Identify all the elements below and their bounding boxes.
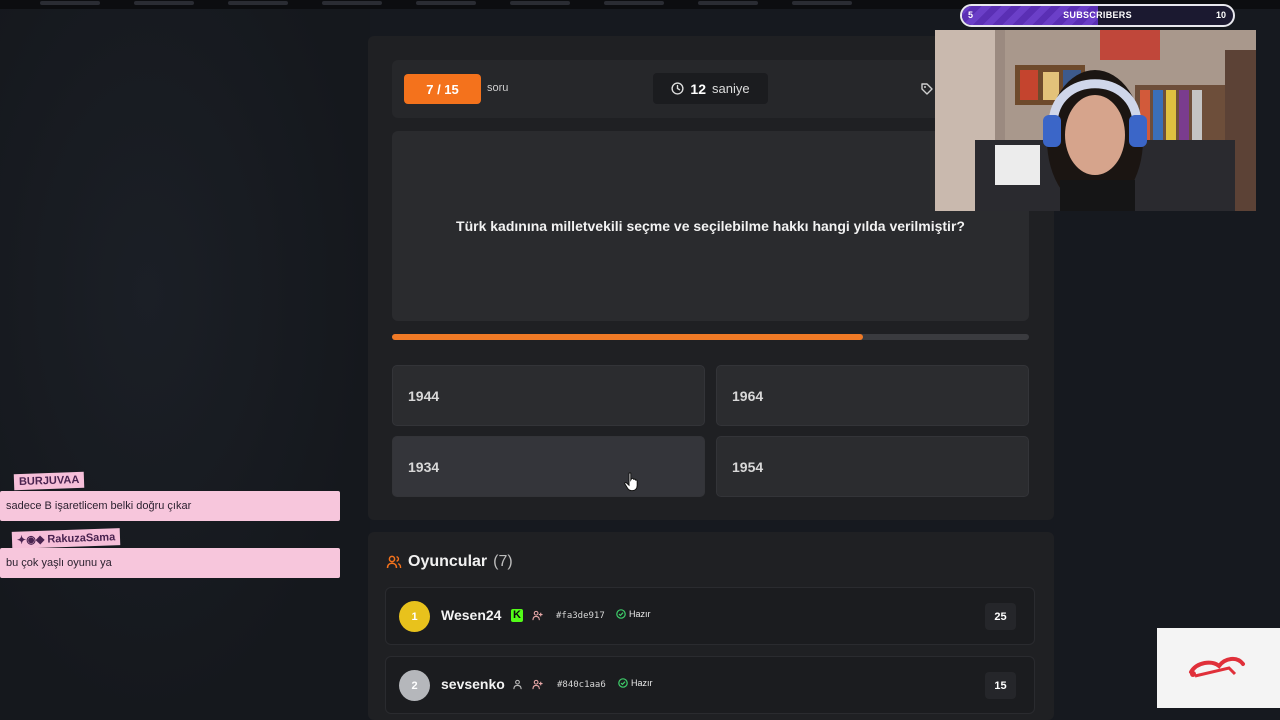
users-icon — [386, 555, 402, 569]
user-add-icon — [532, 679, 543, 690]
check-circle-icon — [618, 678, 628, 688]
user-icon — [513, 679, 522, 690]
timer-value: 12 — [690, 80, 706, 97]
player-row: 1 Wesen24 K #fa3de917 Hazır 25 — [385, 587, 1035, 645]
answer-option-4[interactable]: 1954 — [716, 436, 1029, 497]
player-row: 2 sevsenko #840c1aa6 Hazır 15 — [385, 656, 1035, 714]
ready-status: Hazır — [618, 678, 653, 688]
subscriber-goal: 10 — [1215, 10, 1226, 20]
question-text: Türk kadınına milletvekili seçme ve seçi… — [456, 218, 965, 234]
question-counter-badge: 7 / 15 — [404, 74, 481, 104]
player-score: 15 — [985, 672, 1016, 699]
chat-message: bu çok yaşlı oyunu ya — [0, 548, 340, 578]
players-title: Oyuncular — [408, 553, 488, 570]
rank-badge: 2 — [399, 670, 430, 701]
ready-status: Hazır — [616, 609, 651, 619]
chat-badges-icon: ✦◉◆ — [16, 533, 48, 547]
player-score: 25 — [985, 603, 1016, 630]
user-add-icon — [532, 610, 543, 621]
subscriber-goal-bar: 5 SUBSCRIBERS 10 — [960, 4, 1235, 27]
player-name: Wesen24 — [441, 607, 502, 623]
webcam-feed — [935, 30, 1256, 211]
player-name: sevsenko — [441, 676, 505, 692]
rank-badge: 1 — [399, 601, 430, 632]
ready-label: Hazır — [631, 678, 653, 688]
hand-cursor-icon — [624, 472, 638, 492]
chat-username: RakuzaSama — [47, 531, 116, 546]
check-circle-icon — [616, 609, 626, 619]
ready-label: Hazır — [629, 609, 651, 619]
players-heading: Oyuncular (7) — [386, 553, 513, 571]
subscriber-label: SUBSCRIBERS — [1063, 10, 1132, 20]
kick-icon: K — [511, 609, 523, 622]
time-progress-fill — [392, 334, 864, 340]
question-card: Türk kadınına milletvekili seçme ve seçi… — [392, 131, 1029, 321]
clock-icon — [671, 82, 685, 95]
question-counter-label: soru — [487, 82, 509, 94]
timer: 12 saniye — [653, 73, 768, 104]
time-progress-bar — [392, 334, 1029, 340]
answer-option-1[interactable]: 1944 — [392, 365, 705, 426]
chat-username: BURJUVAA — [13, 471, 85, 491]
player-id: #fa3de917 — [556, 611, 605, 621]
player-id: #840c1aa6 — [557, 680, 606, 690]
answer-option-2[interactable]: 1964 — [716, 365, 1029, 426]
background-area — [0, 9, 370, 720]
corner-logo — [1157, 628, 1280, 708]
timer-unit: saniye — [712, 81, 750, 96]
players-count: (7) — [493, 553, 513, 570]
chat-message: sadece B işaretlicem belki doğru çıkar — [0, 491, 340, 521]
answer-option-3[interactable]: 1934 — [392, 436, 705, 497]
tag-icon — [921, 83, 933, 95]
brand-logo-icon — [1189, 657, 1245, 678]
